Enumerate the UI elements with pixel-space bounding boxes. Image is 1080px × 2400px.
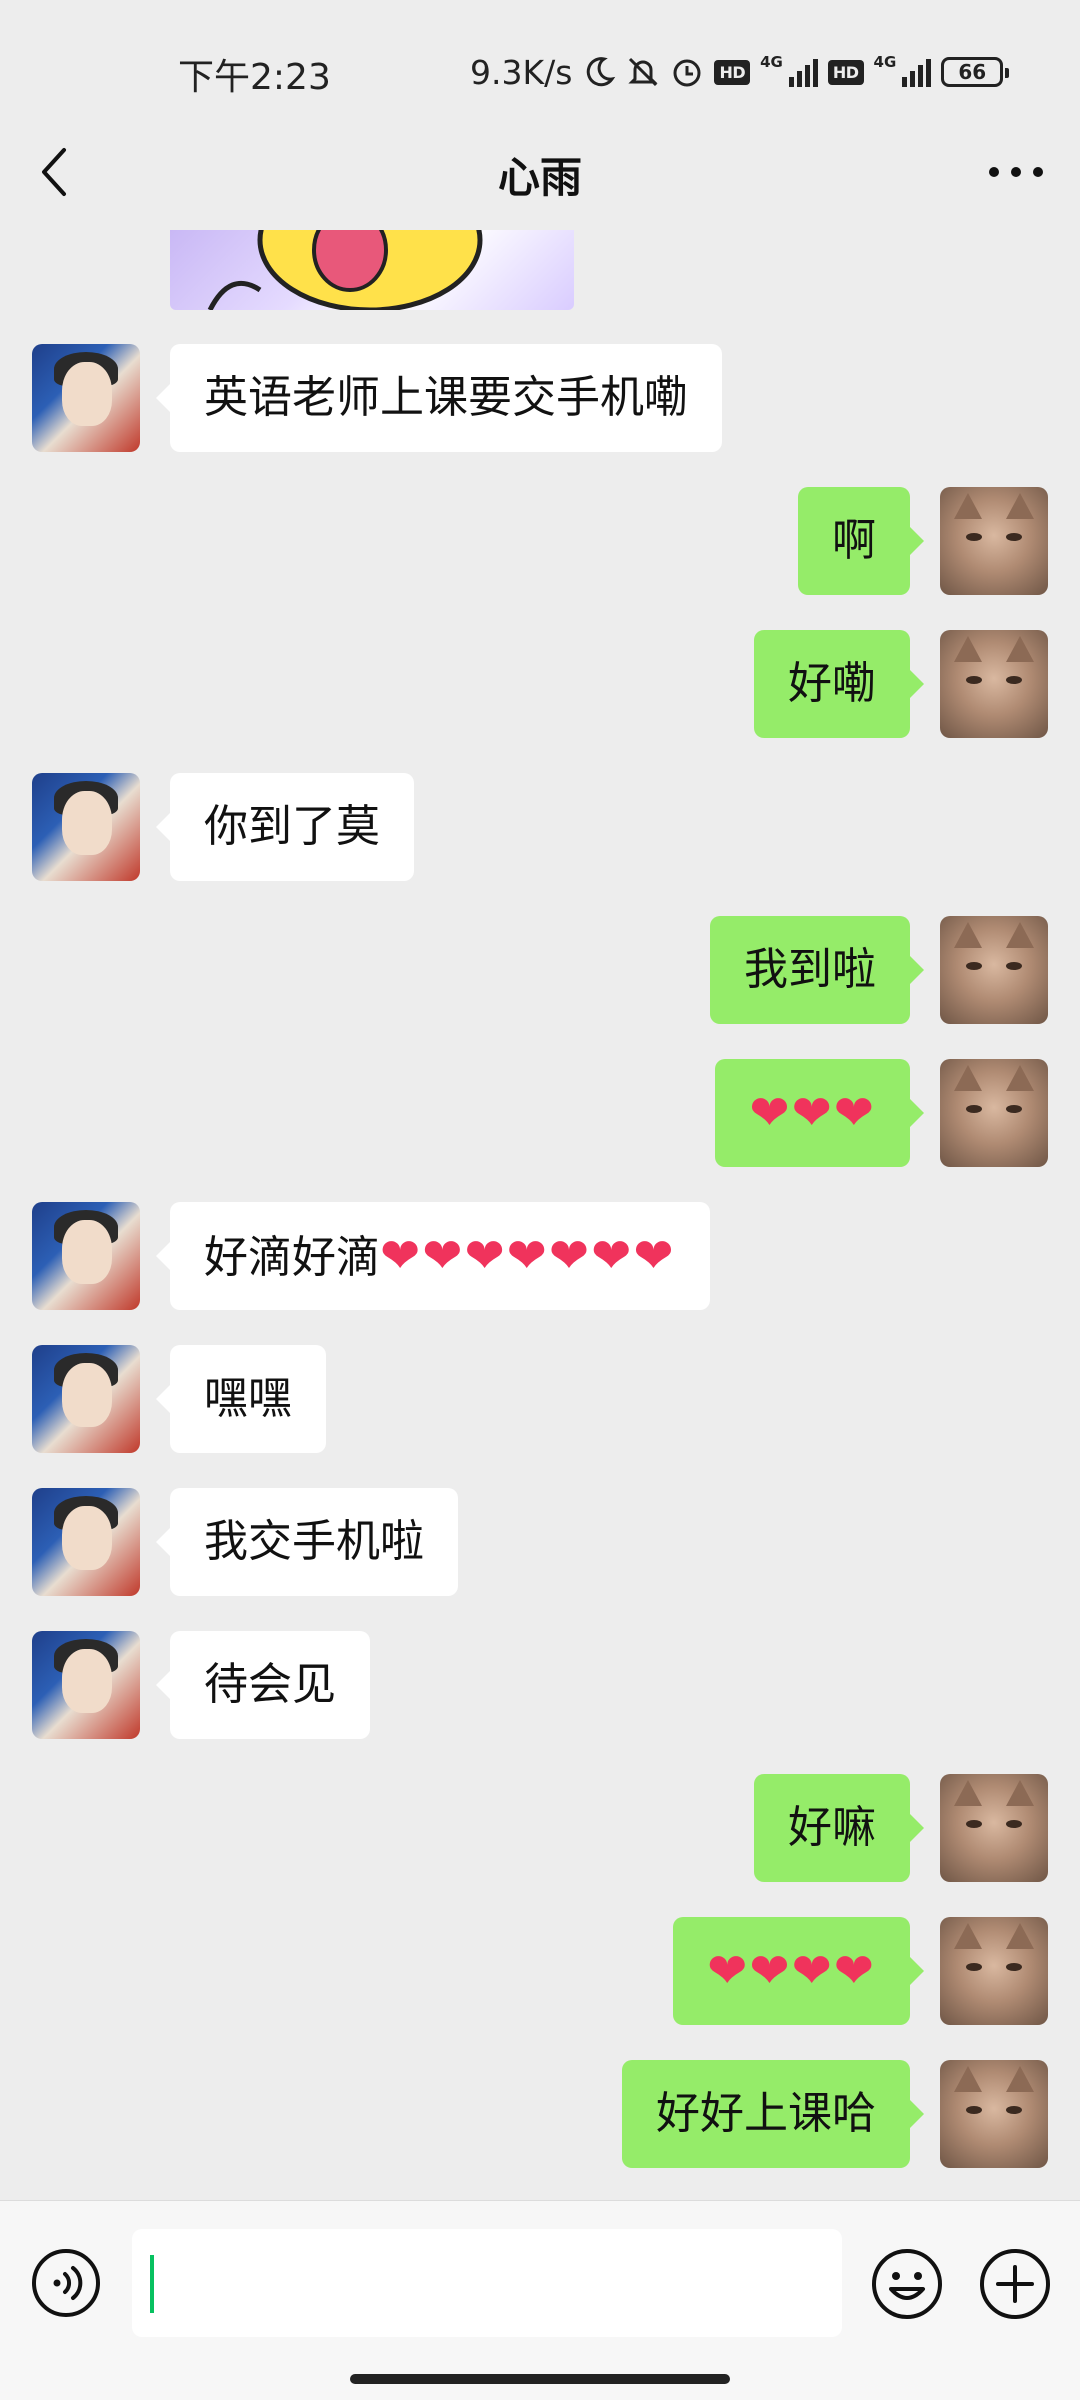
message-row: 好好上课哈: [0, 2060, 1080, 2170]
avatar[interactable]: [32, 1488, 140, 1596]
hd-badge: HD: [827, 59, 864, 85]
alarm-icon: [670, 55, 704, 89]
input-bar: [0, 2200, 1080, 2400]
message-row: 待会见: [0, 1631, 1080, 1741]
message-row: 好嘛: [0, 1774, 1080, 1884]
more-dots-icon[interactable]: [986, 160, 1046, 184]
message-bubble-outgoing[interactable]: 啊: [798, 487, 924, 595]
message-bubble-incoming[interactable]: 嘿嘿: [156, 1345, 326, 1453]
heart-emojis: ❤❤❤❤❤❤❤: [380, 1228, 676, 1284]
home-indicator[interactable]: [350, 2374, 730, 2384]
moon-icon: [582, 55, 616, 89]
sticker-image[interactable]: [170, 230, 574, 310]
emoji-icon[interactable]: [870, 2247, 944, 2321]
avatar[interactable]: [32, 1631, 140, 1739]
avatar[interactable]: [940, 1059, 1048, 1167]
voice-icon[interactable]: [30, 2247, 102, 2319]
message-bubble-outgoing[interactable]: ❤❤❤: [715, 1059, 924, 1167]
message-row: 啊: [0, 487, 1080, 597]
message-row: 好嘞: [0, 630, 1080, 740]
message-bubble-incoming[interactable]: 你到了莫: [156, 773, 414, 881]
avatar[interactable]: [32, 1345, 140, 1453]
battery-icon: 66: [941, 57, 1010, 87]
network-type: 4G: [873, 53, 897, 71]
message-bubble-incoming[interactable]: 英语老师上课要交手机嘞: [156, 344, 722, 452]
message-row: 嘿嘿: [0, 1345, 1080, 1455]
avatar[interactable]: [32, 344, 140, 452]
message-bubble-outgoing[interactable]: 好嘞: [754, 630, 924, 738]
message-bubble-outgoing[interactable]: 好嘛: [754, 1774, 924, 1882]
avatar[interactable]: [32, 773, 140, 881]
message-row: 我交手机啦: [0, 1488, 1080, 1598]
avatar[interactable]: [940, 487, 1048, 595]
message-row: 我到啦: [0, 916, 1080, 1026]
message-row: ❤❤❤❤: [0, 1917, 1080, 2027]
avatar[interactable]: [940, 2060, 1048, 2168]
avatar[interactable]: [940, 630, 1048, 738]
message-row: 你到了莫: [0, 773, 1080, 883]
mute-bell-icon: [626, 55, 660, 89]
avatar[interactable]: [940, 1917, 1048, 2025]
message-bubble-outgoing[interactable]: ❤❤❤❤: [673, 1917, 924, 2025]
plus-icon[interactable]: [978, 2247, 1052, 2321]
message-row: 好滴好滴❤❤❤❤❤❤❤: [0, 1202, 1080, 1312]
avatar[interactable]: [940, 916, 1048, 1024]
message-text: 好滴好滴: [204, 1232, 380, 1283]
chat-header: 心雨: [0, 120, 1080, 230]
text-caret: [150, 2255, 154, 2313]
message-bubble-incoming[interactable]: 我交手机啦: [156, 1488, 458, 1596]
chat-area[interactable]: 英语老师上课要交手机嘞 啊 好嘞 你到了莫 我到啦 ❤❤❤ 好滴好滴❤❤❤❤❤❤…: [0, 230, 1080, 2200]
chat-title: 心雨: [497, 153, 582, 202]
avatar[interactable]: [32, 1202, 140, 1310]
message-bubble-outgoing[interactable]: 好好上课哈: [622, 2060, 924, 2168]
signal-icon: [902, 57, 932, 87]
message-bubble-incoming[interactable]: 好滴好滴❤❤❤❤❤❤❤: [156, 1202, 710, 1310]
status-indicators: 9.3K/s HD 4G HD 4G 66: [470, 48, 1010, 96]
network-type: 4G: [760, 53, 783, 71]
message-bubble-outgoing[interactable]: 我到啦: [710, 916, 924, 1024]
network-speed: 9.3K/s: [470, 52, 573, 92]
avatar[interactable]: [940, 1774, 1048, 1882]
hd-badge: HD: [714, 59, 751, 85]
status-bar: 下午2:23 9.3K/s HD 4G HD 4G 66: [0, 0, 1080, 140]
status-time: 下午2:23: [178, 57, 331, 98]
signal-icon: [788, 57, 818, 87]
message-row: 英语老师上课要交手机嘞: [0, 344, 1080, 454]
message-bubble-incoming[interactable]: 待会见: [156, 1631, 370, 1739]
message-input[interactable]: [132, 2229, 842, 2337]
message-row: ❤❤❤: [0, 1059, 1080, 1169]
